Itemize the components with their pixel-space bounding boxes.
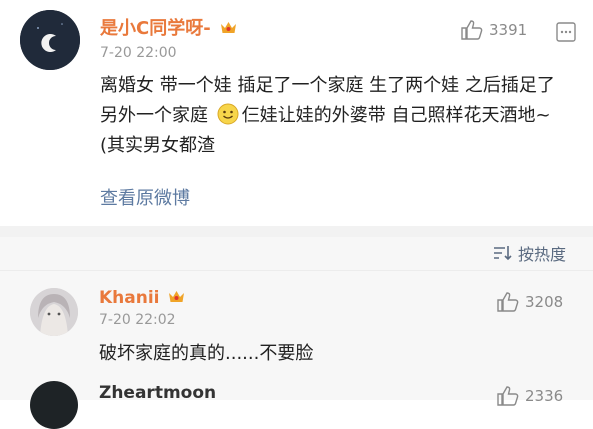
avatar[interactable] bbox=[30, 288, 78, 336]
reply-timestamp: 7-20 22:02 bbox=[99, 312, 176, 328]
thumbs-up-icon bbox=[497, 292, 519, 312]
username-text[interactable]: 是小C同学呀- bbox=[100, 18, 211, 39]
comment-text: 离婚女 带一个娃 插足了一个家庭 生了两个娃 之后插足了另外一个家庭 仨娃让娃的… bbox=[100, 71, 570, 161]
thumbs-up-icon bbox=[497, 386, 519, 406]
avatar[interactable] bbox=[20, 10, 80, 70]
reply-username[interactable]: Zheartmoon bbox=[99, 383, 216, 403]
comment-timestamp: 7-20 22:00 bbox=[100, 45, 177, 61]
like-count: 3208 bbox=[525, 293, 564, 311]
like-button[interactable]: 3208 bbox=[497, 292, 563, 312]
like-count: 3391 bbox=[489, 21, 528, 39]
reply-text: 破坏家庭的真的......不要脸 bbox=[99, 343, 314, 364]
reply-username[interactable]: Khanii bbox=[99, 288, 185, 308]
username-text[interactable]: Khanii bbox=[99, 288, 160, 308]
crown-badge-icon bbox=[220, 22, 236, 33]
smile-emoji-icon bbox=[217, 103, 239, 125]
sort-button[interactable]: 按热度 bbox=[492, 241, 566, 265]
thumbs-up-icon bbox=[461, 20, 483, 40]
sort-label: 按热度 bbox=[518, 245, 567, 264]
like-count: 2336 bbox=[525, 387, 564, 405]
sort-icon bbox=[494, 246, 512, 261]
divider-line bbox=[0, 270, 593, 271]
avatar[interactable] bbox=[30, 381, 78, 429]
section-divider bbox=[0, 226, 593, 237]
comment-username[interactable]: 是小C同学呀- bbox=[100, 14, 237, 40]
crown-badge-icon bbox=[169, 291, 185, 302]
like-button[interactable]: 2336 bbox=[497, 386, 563, 406]
view-original-link[interactable]: 查看原微博 bbox=[100, 184, 190, 210]
like-button[interactable]: 3391 bbox=[461, 20, 527, 40]
more-options-icon[interactable] bbox=[556, 22, 576, 42]
